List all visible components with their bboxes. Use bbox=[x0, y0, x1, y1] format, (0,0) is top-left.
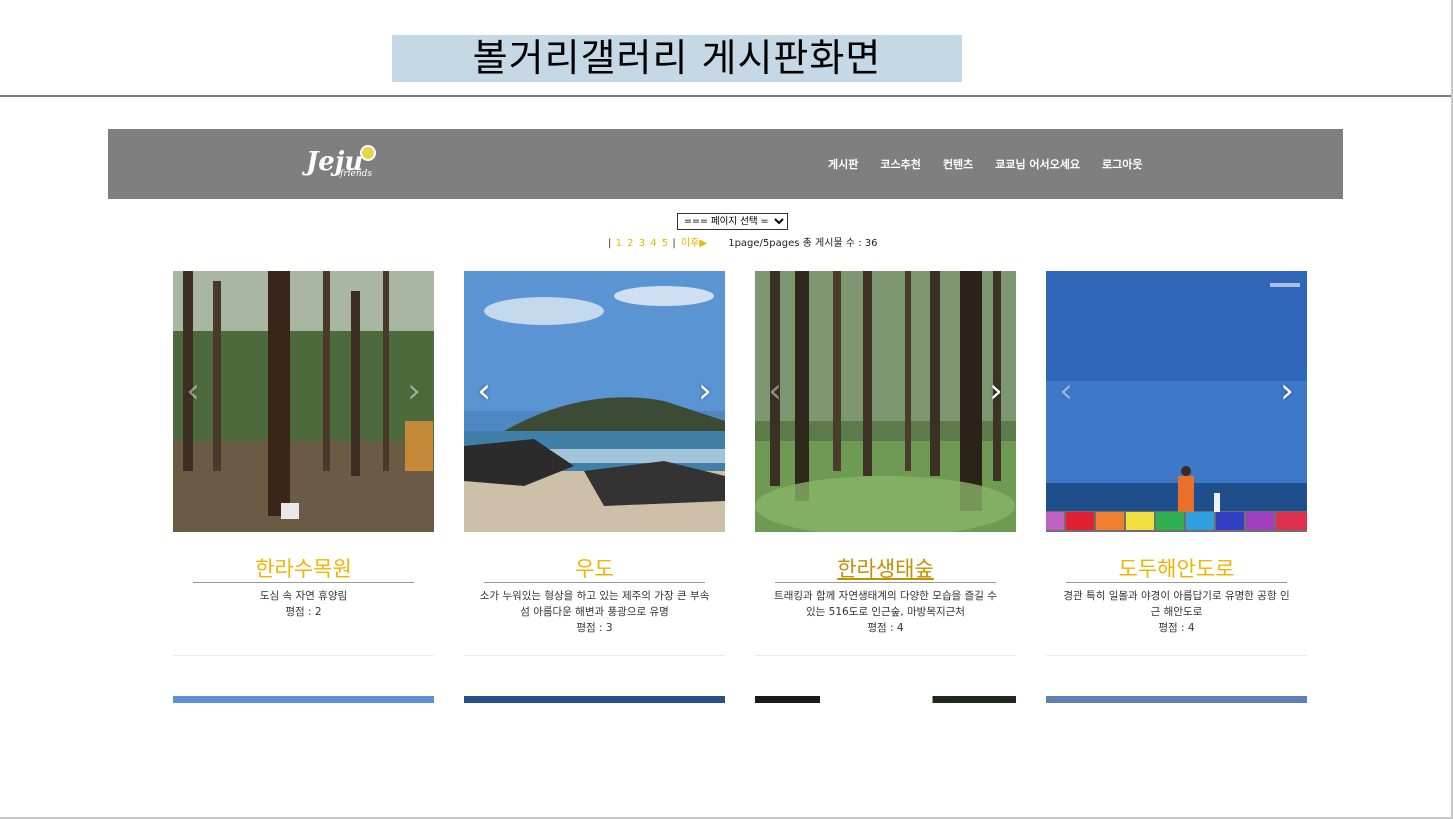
card-rating: 평점 : 3 bbox=[576, 622, 613, 634]
card-rating: 평점 : 4 bbox=[1158, 622, 1195, 634]
chevron-left-icon[interactable]: ‹ bbox=[472, 371, 496, 411]
card-photo[interactable]: ‹ › bbox=[464, 271, 725, 532]
pager-page-4[interactable]: 4 bbox=[650, 238, 656, 249]
cedar-forest-photo-image bbox=[755, 271, 1016, 532]
pagination: | 1 2 3 4 5 | 이후▶ 1page/5pages 총 게시물 수 :… bbox=[608, 237, 877, 251]
chevron-left-icon[interactable]: ‹ bbox=[1054, 371, 1078, 411]
coast-photo-image bbox=[464, 271, 725, 532]
chevron-right-icon[interactable]: › bbox=[984, 371, 1008, 411]
gallery-card[interactable]: ‹ › 우도 소가 누워있는 형상을 하고 있는 제주의 가장 큰 부속섬 아름… bbox=[464, 271, 725, 656]
chevron-right-icon[interactable]: › bbox=[693, 371, 717, 411]
chevron-left-icon[interactable]: ‹ bbox=[181, 371, 205, 411]
card-title[interactable]: 우도 bbox=[464, 553, 725, 583]
chevron-right-icon[interactable]: › bbox=[1275, 371, 1299, 411]
card-divider bbox=[484, 582, 705, 583]
card-title[interactable]: 도두해안도로 bbox=[1046, 553, 1307, 583]
card-description: 트래킹과 함께 자연생태계의 다양한 모습을 즐길 수 있는 516도로 인근숲… bbox=[769, 588, 1002, 636]
gallery-card[interactable]: ‹ › 한라생태숲 트래킹과 함께 자연생태계의 다양한 모습을 즐길 수 있는… bbox=[755, 271, 1016, 656]
flower-icon bbox=[362, 147, 374, 159]
pager-page-2[interactable]: 2 bbox=[627, 238, 633, 249]
pager-next-link[interactable]: 이후▶ bbox=[681, 238, 707, 249]
pager-page-3[interactable]: 3 bbox=[639, 238, 645, 249]
card-divider bbox=[775, 582, 996, 583]
nav-item-contents[interactable]: 컨텐츠 bbox=[943, 156, 973, 172]
pager-separator: | bbox=[608, 238, 612, 249]
card-photo[interactable]: ‹ › bbox=[173, 271, 434, 532]
pager-separator: | bbox=[672, 238, 676, 249]
coastal-road-photo-image bbox=[1046, 271, 1307, 532]
gallery-card-cropped[interactable] bbox=[464, 696, 725, 703]
card-rating: 평점 : 4 bbox=[867, 622, 904, 634]
card-rating: 평점 : 2 bbox=[285, 606, 322, 618]
nav-item-course[interactable]: 코스추천 bbox=[880, 156, 920, 172]
site-logo[interactable]: Jeju friends bbox=[306, 145, 382, 183]
pager-page-1[interactable]: 1 bbox=[616, 238, 622, 249]
card-desc-text: 소가 누워있는 형상을 하고 있는 제주의 가장 큰 부속섬 아름다운 해변과 … bbox=[479, 590, 710, 618]
gallery-card-cropped[interactable] bbox=[1046, 696, 1307, 703]
top-navbar: Jeju friends 게시판 코스추천 컨텐츠 쿄쿄님 어서오세요 로그아웃 bbox=[108, 129, 1343, 199]
card-photo[interactable]: ‹ › bbox=[1046, 271, 1307, 532]
gallery-card[interactable]: ‹ › 도두해안도로 경관 특히 일몰과 야경이 아름답기로 유명한 공항 인근… bbox=[1046, 271, 1307, 656]
forest-photo-image bbox=[173, 271, 434, 532]
card-title[interactable]: 한라수목원 bbox=[173, 553, 434, 583]
gallery-card-cropped[interactable] bbox=[755, 696, 1016, 703]
chevron-right-icon[interactable]: › bbox=[402, 371, 426, 411]
logo-sub-text: friends bbox=[340, 169, 373, 179]
card-desc-text: 경관 특히 일몰과 야경이 아름답기로 유명한 공항 인근 해안도로 bbox=[1063, 590, 1290, 618]
chevron-left-icon[interactable]: ‹ bbox=[763, 371, 787, 411]
gallery-card-cropped[interactable] bbox=[173, 696, 434, 703]
nav-item-welcome-user[interactable]: 쿄쿄님 어서오세요 bbox=[995, 156, 1080, 172]
card-desc-text: 도심 속 자연 휴양림 bbox=[259, 590, 348, 602]
slide-divider bbox=[0, 95, 1453, 97]
card-divider bbox=[1066, 582, 1287, 583]
slide-title: 볼거리갤러리 게시판화면 bbox=[392, 35, 962, 82]
gallery-card[interactable]: ‹ › 한라수목원 도심 속 자연 휴양림 평점 : 2 bbox=[173, 271, 434, 656]
pager-page-5[interactable]: 5 bbox=[662, 238, 668, 249]
nav-menu: 게시판 코스추천 컨텐츠 쿄쿄님 어서오세요 로그아웃 bbox=[828, 129, 1165, 199]
nav-item-logout[interactable]: 로그아웃 bbox=[1102, 156, 1142, 172]
card-description: 도심 속 자연 휴양림 평점 : 2 bbox=[187, 588, 420, 620]
nav-item-board[interactable]: 게시판 bbox=[828, 156, 858, 172]
card-description: 소가 누워있는 형상을 하고 있는 제주의 가장 큰 부속섬 아름다운 해변과 … bbox=[478, 588, 711, 636]
card-description: 경관 특히 일몰과 야경이 아름답기로 유명한 공항 인근 해안도로 평점 : … bbox=[1060, 588, 1293, 636]
page-select-dropdown[interactable]: === 페이지 선택 === bbox=[677, 213, 788, 230]
card-photo[interactable]: ‹ › bbox=[755, 271, 1016, 532]
pager-info: 1page/5pages 총 게시물 수 : 36 bbox=[728, 238, 878, 249]
card-title[interactable]: 한라생태숲 bbox=[755, 553, 1016, 583]
card-desc-text: 트래킹과 함께 자연생태계의 다양한 모습을 즐길 수 있는 516도로 인근숲… bbox=[774, 590, 997, 618]
card-divider bbox=[193, 582, 414, 583]
